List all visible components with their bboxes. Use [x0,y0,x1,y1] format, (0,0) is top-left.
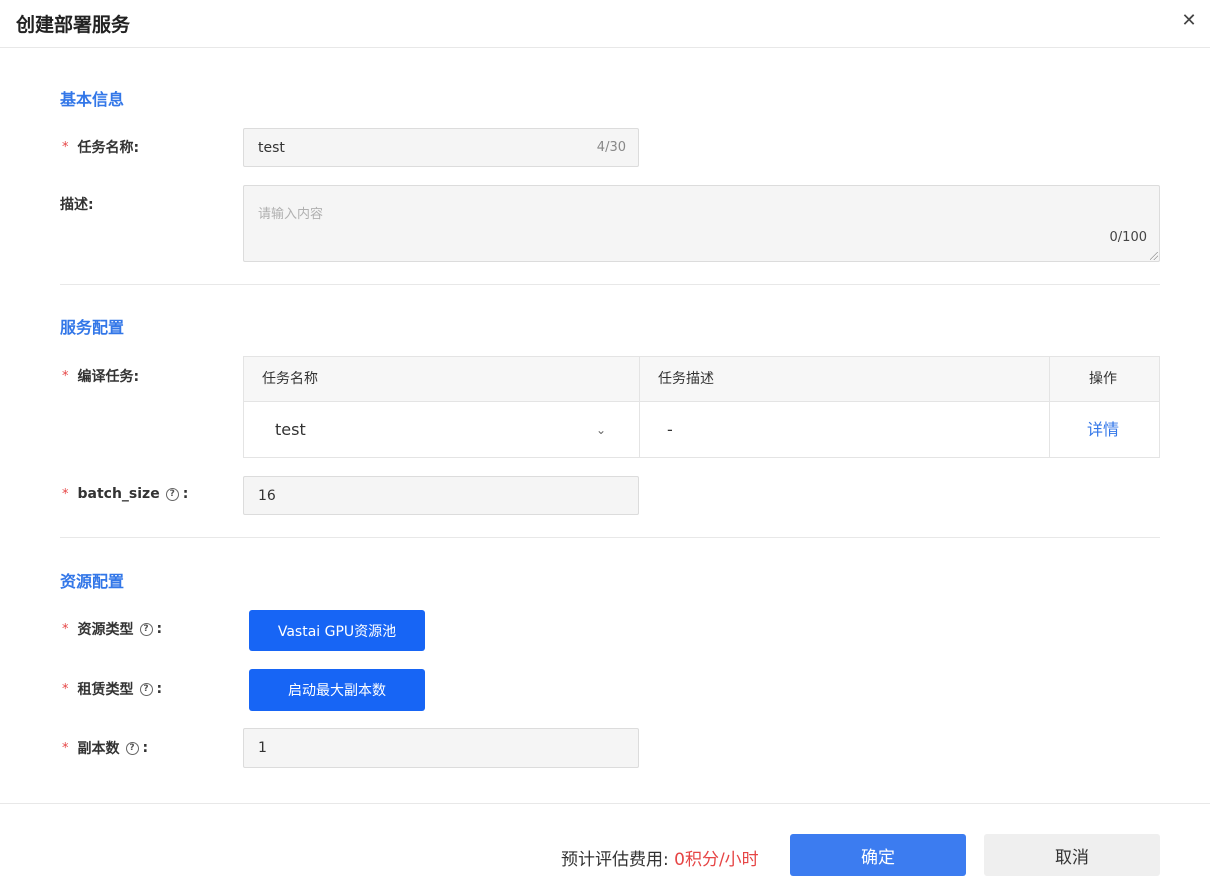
details-link[interactable]: 详情 [1087,403,1119,457]
required-mark: * [62,681,69,697]
column-header-action: 操作 [1089,371,1117,387]
estimated-fee: 预计评估费用: 0积分/小时 [561,845,759,870]
lease-type-label: * 租赁类型 ? : [62,679,162,699]
description-placeholder: 请输入内容 [258,207,324,222]
description-counter: 0/100 [1109,230,1147,245]
help-icon[interactable]: ? [125,741,139,755]
section-title-service: 服务配置 [60,318,125,337]
close-icon[interactable]: ✕ [1178,10,1200,32]
required-mark: * [62,139,69,155]
column-divider [639,357,640,457]
task-name-counter: 4/30 [596,140,626,155]
dialog-title: 创建部署服务 [16,14,131,36]
help-icon[interactable]: ? [165,487,179,501]
label-colon: : [142,740,149,756]
batch-size-value: 16 [258,487,276,504]
section-title-resource: 资源配置 [60,572,125,591]
divider [60,284,1160,285]
resource-type-button[interactable]: Vastai GPU资源池 [249,610,425,651]
dialog-header: 创建部署服务 ✕ [0,0,1210,48]
description-label: 描述: [60,194,94,214]
label-colon: : [182,486,189,502]
description-textarea[interactable]: 请输入内容 0/100 [243,185,1160,262]
divider [60,537,1160,538]
fee-label: 预计评估费用: [561,850,675,870]
help-icon[interactable]: ? [139,682,153,696]
section-title-basic: 基本信息 [60,90,125,109]
lease-type-label-text: 租赁类型 [77,682,134,698]
replicas-label-text: 副本数 [77,741,120,757]
task-desc-cell: - [667,420,673,439]
required-mark: * [62,486,69,502]
lease-type-button[interactable]: 启动最大副本数 [249,669,425,711]
resize-grip-icon[interactable] [1150,252,1158,260]
required-mark: * [62,368,69,384]
help-icon[interactable]: ? [139,622,153,636]
column-divider [1049,357,1050,457]
resource-type-label: * 资源类型 ? : [62,619,162,639]
batch-size-input[interactable]: 16 [243,476,639,515]
resource-type-label-text: 资源类型 [77,622,134,638]
footer-divider [0,803,1210,804]
replicas-label: * 副本数 ? : [62,738,148,758]
chevron-down-icon[interactable]: ⌄ [596,403,606,457]
cancel-button[interactable]: 取消 [984,834,1160,876]
create-deploy-service-dialog: 创建部署服务 ✕ 基本信息 * 任务名称: test 4/30 描述: 请输入内… [0,0,1210,889]
label-colon: : [156,621,163,637]
task-name-label-text: 任务名称: [77,140,140,156]
task-name-value: test [258,139,285,156]
description-label-text: 描述: [60,197,94,213]
column-header-task-name: 任务名称 [262,371,318,387]
compile-task-label: * 编译任务: [62,366,139,386]
column-header-task-desc: 任务描述 [658,371,714,387]
required-mark: * [62,740,69,756]
batch-size-label: * batch_size ? : [62,486,188,502]
compile-task-label-text: 编译任务: [77,369,140,385]
task-select[interactable]: test [275,403,615,457]
replicas-input[interactable]: 1 [243,728,639,768]
task-name-input[interactable]: test 4/30 [243,128,639,167]
compile-task-table: 任务名称 任务描述 操作 test ⌄ - 详情 [243,356,1160,458]
required-mark: * [62,621,69,637]
label-colon: : [156,681,163,697]
fee-value: 0积分/小时 [674,850,759,870]
batch-size-label-text: batch_size [77,486,160,502]
confirm-button[interactable]: 确定 [790,834,966,876]
replicas-value: 1 [258,740,267,756]
task-name-label: * 任务名称: [62,137,139,157]
